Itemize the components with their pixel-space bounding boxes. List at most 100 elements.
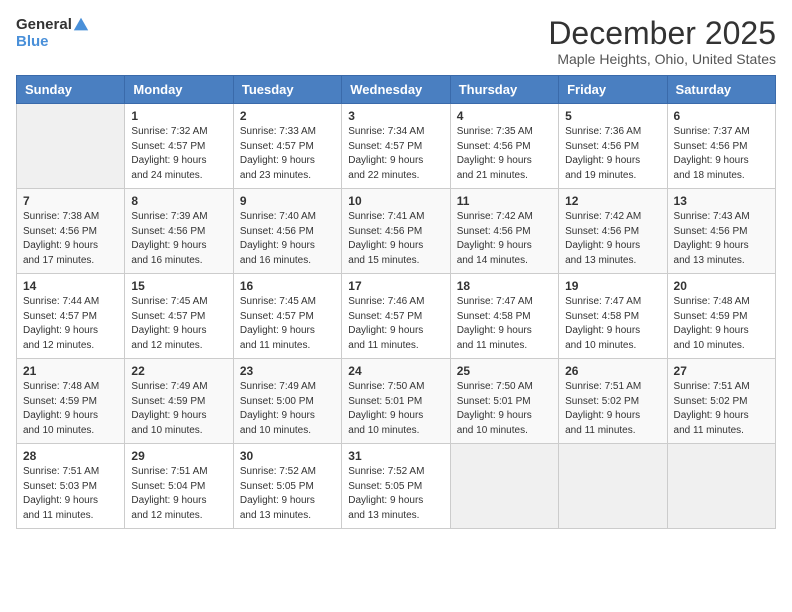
calendar-cell	[667, 444, 775, 529]
day-info: Sunrise: 7:42 AMSunset: 4:56 PMDaylight:…	[457, 210, 552, 268]
day-info: Sunrise: 7:51 AMSunset: 5:02 PMDaylight:…	[674, 380, 769, 438]
calendar-week-1: 1 Sunrise: 7:32 AMSunset: 4:57 PMDaylight…	[17, 104, 776, 189]
calendar-cell: 4 Sunrise: 7:35 AMSunset: 4:56 PMDaylight…	[450, 104, 558, 189]
day-number: 10	[348, 194, 443, 208]
calendar-cell: 23 Sunrise: 7:49 AMSunset: 5:00 PMDayligh…	[233, 359, 341, 444]
calendar-week-5: 28 Sunrise: 7:51 AMSunset: 5:03 PMDayligh…	[17, 444, 776, 529]
logo-general-text: General	[16, 17, 72, 34]
day-info: Sunrise: 7:51 AMSunset: 5:04 PMDaylight:…	[131, 465, 226, 523]
calendar-week-4: 21 Sunrise: 7:48 AMSunset: 4:59 PMDayligh…	[17, 359, 776, 444]
day-number: 13	[674, 194, 769, 208]
weekday-header-thursday: Thursday	[450, 76, 558, 104]
day-info: Sunrise: 7:50 AMSunset: 5:01 PMDaylight:…	[457, 380, 552, 438]
day-info: Sunrise: 7:51 AMSunset: 5:03 PMDaylight:…	[23, 465, 118, 523]
day-number: 8	[131, 194, 226, 208]
day-info: Sunrise: 7:39 AMSunset: 4:56 PMDaylight:…	[131, 210, 226, 268]
weekday-header-row: SundayMondayTuesdayWednesdayThursdayFrid…	[17, 76, 776, 104]
page-header: General Blue December 2025 Maple Heights…	[16, 16, 776, 67]
day-number: 28	[23, 449, 118, 463]
calendar-cell: 25 Sunrise: 7:50 AMSunset: 5:01 PMDayligh…	[450, 359, 558, 444]
day-info: Sunrise: 7:49 AMSunset: 5:00 PMDaylight:…	[240, 380, 335, 438]
day-info: Sunrise: 7:50 AMSunset: 5:01 PMDaylight:…	[348, 380, 443, 438]
day-info: Sunrise: 7:42 AMSunset: 4:56 PMDaylight:…	[565, 210, 660, 268]
day-info: Sunrise: 7:48 AMSunset: 4:59 PMDaylight:…	[674, 295, 769, 353]
calendar-cell: 24 Sunrise: 7:50 AMSunset: 5:01 PMDayligh…	[342, 359, 450, 444]
day-info: Sunrise: 7:51 AMSunset: 5:02 PMDaylight:…	[565, 380, 660, 438]
title-block: December 2025 Maple Heights, Ohio, Unite…	[548, 16, 776, 67]
day-info: Sunrise: 7:45 AMSunset: 4:57 PMDaylight:…	[240, 295, 335, 353]
calendar-cell: 28 Sunrise: 7:51 AMSunset: 5:03 PMDayligh…	[17, 444, 125, 529]
day-number: 1	[131, 109, 226, 123]
day-info: Sunrise: 7:45 AMSunset: 4:57 PMDaylight:…	[131, 295, 226, 353]
calendar-cell: 9Sunrise: 7:40 AMSunset: 4:56 PMDaylight…	[233, 189, 341, 274]
day-info: Sunrise: 7:49 AMSunset: 4:59 PMDaylight:…	[131, 380, 226, 438]
calendar-cell: 2Sunrise: 7:33 AMSunset: 4:57 PMDaylight…	[233, 104, 341, 189]
day-number: 22	[131, 364, 226, 378]
calendar-cell: 3Sunrise: 7:34 AMSunset: 4:57 PMDaylight…	[342, 104, 450, 189]
page-subtitle: Maple Heights, Ohio, United States	[548, 51, 776, 67]
day-info: Sunrise: 7:41 AMSunset: 4:56 PMDaylight:…	[348, 210, 443, 268]
weekday-header-tuesday: Tuesday	[233, 76, 341, 104]
day-number: 11	[457, 194, 552, 208]
weekday-header-monday: Monday	[125, 76, 233, 104]
calendar-table: SundayMondayTuesdayWednesdayThursdayFrid…	[16, 75, 776, 529]
calendar-week-2: 7 Sunrise: 7:38 AMSunset: 4:56 PMDaylight…	[17, 189, 776, 274]
calendar-cell: 26 Sunrise: 7:51 AMSunset: 5:02 PMDayligh…	[559, 359, 667, 444]
day-number: 12	[565, 194, 660, 208]
day-number: 17	[348, 279, 443, 293]
calendar-cell: 8 Sunrise: 7:39 AMSunset: 4:56 PMDaylight…	[125, 189, 233, 274]
calendar-cell: 10 Sunrise: 7:41 AMSunset: 4:56 PMDayligh…	[342, 189, 450, 274]
day-info: Sunrise: 7:32 AMSunset: 4:57 PMDaylight:…	[131, 125, 226, 183]
calendar-cell: 30Sunrise: 7:52 AMSunset: 5:05 PMDayligh…	[233, 444, 341, 529]
day-info: Sunrise: 7:52 AMSunset: 5:05 PMDaylight:…	[240, 465, 335, 523]
day-number: 6	[674, 109, 769, 123]
logo: General Blue	[16, 16, 90, 51]
calendar-cell: 20Sunrise: 7:48 AMSunset: 4:59 PMDayligh…	[667, 274, 775, 359]
day-number: 4	[457, 109, 552, 123]
calendar-cell: 13 Sunrise: 7:43 AMSunset: 4:56 PMDayligh…	[667, 189, 775, 274]
day-number: 26	[565, 364, 660, 378]
calendar-cell: 27Sunrise: 7:51 AMSunset: 5:02 PMDayligh…	[667, 359, 775, 444]
day-number: 21	[23, 364, 118, 378]
calendar-cell: 7 Sunrise: 7:38 AMSunset: 4:56 PMDaylight…	[17, 189, 125, 274]
day-number: 19	[565, 279, 660, 293]
day-number: 31	[348, 449, 443, 463]
day-number: 7	[23, 194, 118, 208]
day-info: Sunrise: 7:34 AMSunset: 4:57 PMDaylight:…	[348, 125, 443, 183]
calendar-cell: 12 Sunrise: 7:42 AMSunset: 4:56 PMDayligh…	[559, 189, 667, 274]
logo-icon	[72, 16, 90, 34]
calendar-cell: 11 Sunrise: 7:42 AMSunset: 4:56 PMDayligh…	[450, 189, 558, 274]
calendar-cell: 6 Sunrise: 7:37 AMSunset: 4:56 PMDaylight…	[667, 104, 775, 189]
calendar-week-3: 14 Sunrise: 7:44 AMSunset: 4:57 PMDayligh…	[17, 274, 776, 359]
calendar-cell: 18Sunrise: 7:47 AMSunset: 4:58 PMDayligh…	[450, 274, 558, 359]
weekday-header-saturday: Saturday	[667, 76, 775, 104]
day-info: Sunrise: 7:36 AMSunset: 4:56 PMDaylight:…	[565, 125, 660, 183]
calendar-cell: 31Sunrise: 7:52 AMSunset: 5:05 PMDayligh…	[342, 444, 450, 529]
calendar-cell	[559, 444, 667, 529]
day-info: Sunrise: 7:44 AMSunset: 4:57 PMDaylight:…	[23, 295, 118, 353]
day-number: 24	[348, 364, 443, 378]
day-number: 29	[131, 449, 226, 463]
calendar-cell: 14 Sunrise: 7:44 AMSunset: 4:57 PMDayligh…	[17, 274, 125, 359]
day-info: Sunrise: 7:35 AMSunset: 4:56 PMDaylight:…	[457, 125, 552, 183]
day-info: Sunrise: 7:37 AMSunset: 4:56 PMDaylight:…	[674, 125, 769, 183]
day-info: Sunrise: 7:40 AMSunset: 4:56 PMDaylight:…	[240, 210, 335, 268]
day-info: Sunrise: 7:48 AMSunset: 4:59 PMDaylight:…	[23, 380, 118, 438]
calendar-cell	[17, 104, 125, 189]
calendar-cell: 21 Sunrise: 7:48 AMSunset: 4:59 PMDayligh…	[17, 359, 125, 444]
day-info: Sunrise: 7:38 AMSunset: 4:56 PMDaylight:…	[23, 210, 118, 268]
calendar-cell: 5Sunrise: 7:36 AMSunset: 4:56 PMDaylight…	[559, 104, 667, 189]
day-number: 16	[240, 279, 335, 293]
day-number: 18	[457, 279, 552, 293]
page-title: December 2025	[548, 16, 776, 51]
day-number: 25	[457, 364, 552, 378]
calendar-cell: 19 Sunrise: 7:47 AMSunset: 4:58 PMDayligh…	[559, 274, 667, 359]
calendar-cell	[450, 444, 558, 529]
day-number: 2	[240, 109, 335, 123]
day-number: 14	[23, 279, 118, 293]
day-info: Sunrise: 7:43 AMSunset: 4:56 PMDaylight:…	[674, 210, 769, 268]
day-info: Sunrise: 7:47 AMSunset: 4:58 PMDaylight:…	[565, 295, 660, 353]
calendar-cell: 15Sunrise: 7:45 AMSunset: 4:57 PMDayligh…	[125, 274, 233, 359]
day-number: 23	[240, 364, 335, 378]
calendar-cell: 22 Sunrise: 7:49 AMSunset: 4:59 PMDayligh…	[125, 359, 233, 444]
